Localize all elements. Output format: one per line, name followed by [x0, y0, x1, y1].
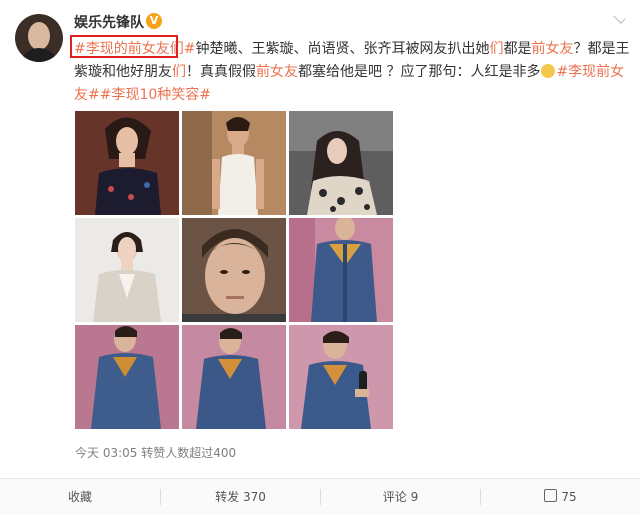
- highlight-box: [70, 35, 178, 58]
- post-meta: 今天 03:05 转赞人数超过400: [75, 446, 237, 460]
- username[interactable]: 娱乐先锋队: [74, 12, 144, 32]
- avatar[interactable]: [15, 14, 63, 62]
- highlight-ex-girlfriend-1: 前女友: [531, 41, 574, 57]
- photo-man-denim-jacket-1[interactable]: [289, 218, 393, 322]
- highlight-ex-girlfriend-2: 前女友: [256, 64, 298, 80]
- verified-badge-icon: V: [146, 13, 162, 29]
- avatar-face: [28, 22, 50, 50]
- more-options-chevron-icon[interactable]: [613, 11, 626, 24]
- like-count: 75: [561, 490, 577, 504]
- photo-woman-white-tank[interactable]: [182, 111, 286, 215]
- comment-button[interactable]: 评论 9: [321, 479, 480, 515]
- photo-grid: [75, 111, 393, 429]
- content-text-1: 钟楚曦、王紫璇、尚语贤、张齐耳被网友扒出她: [195, 41, 490, 57]
- weibo-post-card: 娱乐先锋队 V #李现的前女友们#钟楚曦、王紫璇、尚语贤、张齐耳被网友扒出她们都…: [0, 0, 640, 518]
- repost-button[interactable]: 转发 370: [161, 479, 320, 515]
- photo-man-denim-jacket-2[interactable]: [75, 325, 179, 429]
- smile-emoji-icon: [541, 64, 556, 78]
- content-text-5: 都塞给他是吧 ？应了那句：人红是非多: [298, 64, 541, 80]
- like-button[interactable]: 75: [481, 479, 640, 515]
- photo-man-denim-jacket-3[interactable]: [182, 325, 286, 429]
- thumbs-up-icon: [544, 489, 558, 502]
- photo-woman-strapless-dress[interactable]: [75, 111, 179, 215]
- content-text-2: 都是: [503, 41, 532, 57]
- favorite-button[interactable]: 收藏: [0, 479, 160, 515]
- photo-woman-white-blazer[interactable]: [75, 218, 179, 322]
- content-text-4: ！真真假假: [186, 64, 256, 80]
- highlight-men-1: 们: [489, 41, 504, 57]
- action-bar: 收藏 转发 370 评论 9 75: [0, 478, 640, 515]
- avatar-shoulder: [19, 48, 59, 62]
- highlight-men-2: 们: [172, 64, 186, 80]
- photo-man-selfie[interactable]: [182, 218, 286, 322]
- photo-man-denim-jacket-microphone[interactable]: [289, 325, 393, 429]
- hashtag-li-xian-smiles[interactable]: #李现10种笑容#: [100, 87, 211, 103]
- photo-woman-leopard-top[interactable]: [289, 111, 393, 215]
